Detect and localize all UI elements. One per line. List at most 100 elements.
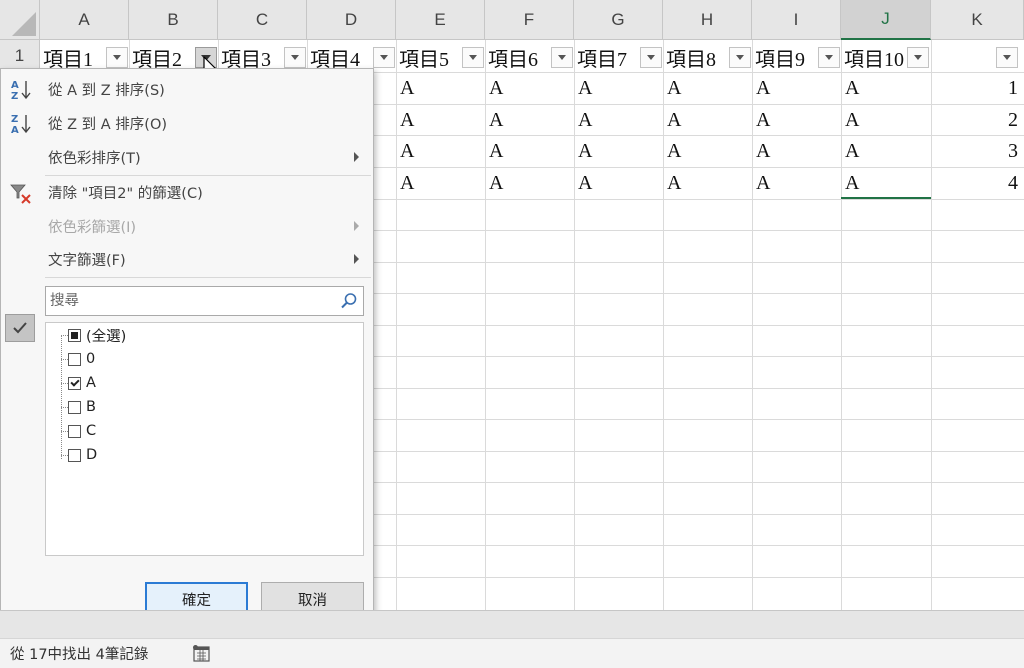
filter-dropdown-e[interactable]	[462, 47, 484, 68]
autofilter-dropdown: A Z 從 A 到 Z 排序(S) Z A 從 Z 到 A 排序(O) 依色彩排…	[0, 68, 374, 640]
cell[interactable]: A	[574, 73, 663, 104]
header-cell-g1[interactable]: 項目7	[574, 41, 640, 73]
cell[interactable]: 4	[931, 168, 1024, 199]
cell[interactable]: 3	[931, 136, 1024, 167]
list-item-label: B	[86, 399, 96, 415]
filter-dropdown-j[interactable]	[907, 47, 929, 68]
svg-text:Z: Z	[11, 114, 18, 125]
search-icon	[341, 293, 357, 309]
menu-item-sort-by-color[interactable]: 依色彩排序(T)	[1, 142, 373, 172]
cell[interactable]: A	[752, 73, 841, 104]
filter-dropdown-h[interactable]	[729, 47, 751, 68]
sort-z-to-a-label: 從 Z 到 A 排序(O)	[48, 116, 168, 133]
cell[interactable]: 2	[931, 105, 1024, 136]
cell[interactable]: A	[396, 136, 485, 167]
submenu-arrow-icon	[354, 221, 359, 231]
status-bar: 從 17中找出 4筆記錄	[0, 638, 1024, 668]
list-item-select-all[interactable]: (全選)	[61, 324, 126, 346]
header-cell-j1[interactable]: 項目10	[841, 41, 907, 73]
filter-dropdown-d[interactable]	[373, 47, 395, 68]
cell[interactable]: A	[841, 136, 931, 167]
macro-record-icon[interactable]	[192, 644, 212, 664]
column-header-c[interactable]: C	[218, 0, 307, 40]
list-item[interactable]: 0	[61, 348, 95, 370]
cell[interactable]: A	[752, 105, 841, 136]
cell[interactable]: A	[485, 168, 574, 199]
column-header-k[interactable]: K	[931, 0, 1024, 40]
column-header-j[interactable]: J	[841, 0, 931, 40]
header-cell-h1[interactable]: 項目8	[663, 41, 729, 73]
menu-item-sort-a-to-z[interactable]: A Z 從 A 到 Z 排序(S)	[1, 74, 373, 104]
svg-text:Z: Z	[11, 91, 18, 102]
checkbox-partial[interactable]	[68, 328, 81, 342]
checkbox[interactable]	[68, 424, 81, 438]
select-all-corner[interactable]	[0, 0, 40, 40]
cell[interactable]: A	[396, 168, 485, 199]
cell[interactable]: A	[663, 168, 752, 199]
list-item-label: A	[86, 375, 96, 391]
filter-dropdown-g[interactable]	[640, 47, 662, 68]
sort-by-color-label: 依色彩排序(T)	[48, 150, 141, 167]
cell[interactable]: A	[663, 105, 752, 136]
column-header-g[interactable]: G	[574, 0, 663, 40]
menu-separator	[45, 277, 371, 278]
list-item-label: C	[86, 423, 97, 439]
svg-text:A: A	[11, 80, 19, 91]
checkmark-icon	[13, 322, 27, 334]
submenu-arrow-icon	[354, 152, 359, 162]
column-header-f[interactable]: F	[485, 0, 574, 40]
menu-item-clear-filter[interactable]: 清除 "項目2" 的篩選(C)	[1, 177, 373, 207]
filter-dropdown-i[interactable]	[818, 47, 840, 68]
header-cell-i1[interactable]: 項目9	[752, 41, 818, 73]
column-header-d[interactable]: D	[307, 0, 396, 40]
cell[interactable]: A	[574, 136, 663, 167]
checkbox[interactable]	[68, 400, 81, 414]
cell[interactable]: A	[841, 105, 931, 136]
column-header-e[interactable]: E	[396, 0, 485, 40]
select-checkmark-button[interactable]	[5, 314, 35, 342]
column-header-b[interactable]: B	[129, 0, 218, 40]
header-cell-e1[interactable]: 項目5	[396, 41, 462, 73]
filter-by-color-label: 依色彩篩選(I)	[48, 219, 137, 236]
filter-dropdown-k[interactable]	[996, 47, 1018, 68]
filter-status-text: 從 17中找出 4筆記錄	[10, 647, 149, 663]
list-item[interactable]: A	[61, 372, 96, 394]
text-filters-label: 文字篩選(F)	[48, 252, 126, 269]
cell[interactable]: A	[752, 168, 841, 199]
cell[interactable]: A	[396, 105, 485, 136]
header-cell-f1[interactable]: 項目6	[485, 41, 551, 73]
menu-item-sort-z-to-a[interactable]: Z A 從 Z 到 A 排序(O)	[1, 108, 373, 138]
cell[interactable]: A	[752, 136, 841, 167]
menu-item-text-filters[interactable]: 文字篩選(F)	[1, 244, 373, 274]
column-header-i[interactable]: I	[752, 0, 841, 40]
cell[interactable]: A	[663, 136, 752, 167]
filter-dropdown-f[interactable]	[551, 47, 573, 68]
cell[interactable]: A	[485, 136, 574, 167]
column-header-h[interactable]: H	[663, 0, 752, 40]
header-cell-k1[interactable]	[931, 41, 1001, 73]
cell[interactable]: A	[841, 73, 931, 104]
cell[interactable]: A	[485, 105, 574, 136]
cell[interactable]: A	[574, 105, 663, 136]
column-header-a[interactable]: A	[40, 0, 129, 40]
filter-dropdown-c[interactable]	[284, 47, 306, 68]
list-item[interactable]: C	[61, 420, 96, 442]
menu-separator	[45, 175, 371, 176]
clear-filter-icon	[10, 184, 31, 204]
filter-search-input[interactable]	[46, 287, 336, 315]
checkbox[interactable]	[68, 352, 81, 366]
cell[interactable]: A	[396, 73, 485, 104]
cell[interactable]: A	[485, 73, 574, 104]
list-item[interactable]: B	[61, 396, 96, 418]
checkbox[interactable]	[68, 448, 81, 462]
cell[interactable]: A	[574, 168, 663, 199]
list-item[interactable]: D	[61, 444, 97, 466]
list-item-label: 0	[86, 351, 96, 367]
filter-dropdown-a[interactable]	[106, 47, 128, 68]
menu-item-filter-by-color: 依色彩篩選(I)	[1, 211, 373, 241]
filter-value-list: (全選) 0 A B C D	[45, 322, 364, 556]
cell[interactable]: 1	[931, 73, 1024, 104]
cell[interactable]: A	[663, 73, 752, 104]
sort-z-to-a-icon: Z A	[11, 114, 31, 136]
checkbox-checked[interactable]	[68, 376, 81, 390]
